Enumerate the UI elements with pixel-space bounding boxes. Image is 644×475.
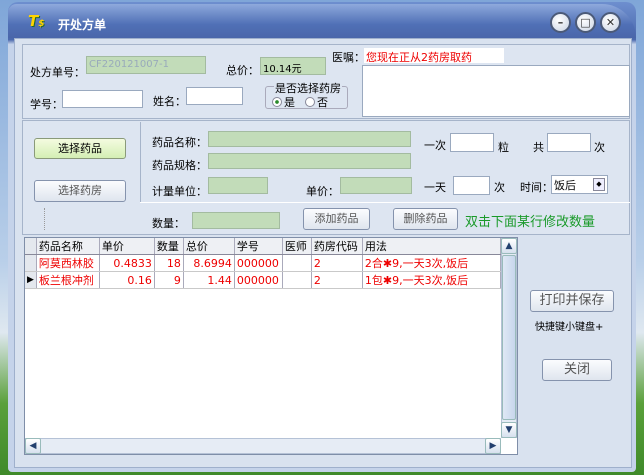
- cell-qty[interactable]: 9: [154, 271, 184, 289]
- cell-total[interactable]: 8.6994: [183, 254, 235, 272]
- advice-textarea[interactable]: [362, 65, 630, 117]
- close-button[interactable]: 关闭: [542, 359, 612, 381]
- student-id-label: 学号：: [30, 98, 63, 111]
- row-indicator: [25, 254, 37, 272]
- time-select[interactable]: 饭后 ◆: [551, 175, 608, 194]
- unit-label: 计量单位：: [152, 185, 207, 198]
- price-field[interactable]: [340, 177, 412, 194]
- rx-no-field[interactable]: CF220121007-1: [86, 56, 206, 74]
- delete-drug-button[interactable]: 删除药品: [393, 208, 458, 230]
- app-logo: T$: [28, 12, 45, 30]
- time-select-value: 饭后: [554, 179, 576, 192]
- cell-unit-price[interactable]: 0.16: [99, 271, 155, 289]
- cell-student-id[interactable]: 000000: [234, 254, 283, 272]
- advice-notice: 您现在正从2药房取药: [364, 48, 504, 64]
- radio-empty-icon: [305, 97, 315, 107]
- time-label: 时间：: [520, 181, 553, 194]
- radio-yes[interactable]: 是: [272, 94, 295, 110]
- cell-usage[interactable]: 2合✱9,一天3次,饭后: [362, 254, 502, 272]
- col-header[interactable]: 学号: [234, 238, 283, 255]
- once-label: 一次: [424, 139, 446, 152]
- per-day-input[interactable]: [453, 176, 490, 195]
- table-row[interactable]: ▶ 板兰根冲剂 0.16 9 1.44 000000 2 1包✱9,一天3次,饭…: [25, 271, 502, 289]
- cell-doctor[interactable]: [282, 254, 312, 272]
- pharmacy-radios: 是 否: [272, 94, 328, 110]
- unit-field[interactable]: [208, 177, 268, 194]
- scroll-down-icon[interactable]: ▼: [501, 422, 517, 438]
- col-header[interactable]: 药品名称: [36, 238, 100, 255]
- edit-hint: 双击下面某行修改数量: [465, 215, 596, 230]
- times-label: 次: [594, 141, 605, 154]
- grid-header: 药品名称 单价 数量 总价 学号 医师 药房代码 用法: [25, 238, 502, 255]
- cell-student-id[interactable]: 000000: [234, 271, 283, 289]
- price-label: 单价：: [306, 185, 339, 198]
- cell-qty[interactable]: 18: [154, 254, 184, 272]
- total-label: 总价：: [226, 64, 259, 77]
- current-row-arrow-icon: ▶: [25, 271, 37, 289]
- radio-yes-label: 是: [284, 96, 295, 109]
- radio-no[interactable]: 否: [305, 94, 328, 110]
- minimize-button[interactable]: –: [550, 12, 571, 33]
- row-indicator-header: [25, 238, 37, 255]
- scroll-left-icon[interactable]: ◀: [25, 438, 41, 454]
- radio-no-label: 否: [317, 96, 328, 109]
- horizontal-scrollbar[interactable]: [25, 438, 501, 454]
- window-title: 开处方单: [58, 18, 107, 32]
- cell-doctor[interactable]: [282, 271, 312, 289]
- cell-pharmacy-code[interactable]: 2: [311, 271, 363, 289]
- close-window-button[interactable]: ✕: [600, 12, 621, 33]
- total-count-input[interactable]: [547, 133, 591, 152]
- maximize-button[interactable]: □: [575, 12, 596, 33]
- rx-no-label: 处方单号：: [30, 66, 85, 79]
- col-header[interactable]: 总价: [183, 238, 235, 255]
- total-count-label: 共: [533, 141, 544, 154]
- drug-spec-field[interactable]: [208, 153, 411, 169]
- select-pharmacy-button[interactable]: 选择药房: [34, 180, 126, 202]
- spinner-icon: ◆: [593, 178, 605, 191]
- drug-name-label: 药品名称：: [152, 136, 207, 149]
- shortcut-hint: 快捷键小键盘+: [535, 322, 604, 333]
- col-header[interactable]: 医师: [282, 238, 312, 255]
- prescription-grid[interactable]: 药品名称 单价 数量 总价 学号 医师 药房代码 用法 阿莫西林胶 0.4833…: [24, 237, 518, 455]
- col-header[interactable]: 单价: [99, 238, 155, 255]
- add-drug-button[interactable]: 添加药品: [303, 208, 370, 230]
- divider: [140, 202, 630, 203]
- grid-table: 药品名称 单价 数量 总价 学号 医师 药房代码 用法 阿莫西林胶 0.4833…: [25, 238, 502, 289]
- qty-label: 数量：: [152, 217, 185, 230]
- splitter-handle[interactable]: [44, 208, 45, 230]
- scroll-up-icon[interactable]: ▲: [501, 238, 517, 254]
- grain-label: 粒: [498, 141, 509, 154]
- cell-usage[interactable]: 1包✱9,一天3次,饭后: [362, 271, 502, 289]
- cell-unit-price[interactable]: 0.4833: [99, 254, 155, 272]
- divider: [140, 122, 141, 202]
- total-value: 10.14元: [260, 57, 326, 75]
- print-save-button[interactable]: 打印并保存: [530, 290, 614, 312]
- drug-spec-label: 药品规格：: [152, 159, 207, 172]
- table-row[interactable]: 阿莫西林胶 0.4833 18 8.6994 000000 2 2合✱9,一天3…: [25, 254, 502, 272]
- cell-total[interactable]: 1.44: [183, 271, 235, 289]
- per-day-label: 一天: [424, 181, 446, 194]
- col-header[interactable]: 用法: [362, 238, 502, 255]
- advice-label: 医嘱：: [332, 51, 365, 64]
- name-input[interactable]: [186, 87, 243, 105]
- qty-field[interactable]: [192, 212, 280, 229]
- col-header[interactable]: 数量: [154, 238, 184, 255]
- cell-pharmacy-code[interactable]: 2: [311, 254, 363, 272]
- select-drug-button[interactable]: 选择药品: [34, 138, 126, 159]
- vertical-scroll-thumb[interactable]: [502, 255, 516, 420]
- radio-checked-icon: [272, 97, 282, 107]
- name-label: 姓名：: [153, 95, 186, 108]
- drug-name-field[interactable]: [208, 131, 411, 147]
- dose-input[interactable]: [450, 133, 494, 152]
- times-per-day-label: 次: [494, 181, 505, 194]
- cell-drug-name[interactable]: 板兰根冲剂: [36, 271, 100, 289]
- scroll-right-icon[interactable]: ▶: [485, 438, 501, 454]
- cell-drug-name[interactable]: 阿莫西林胶: [36, 254, 100, 272]
- student-id-input[interactable]: [62, 90, 143, 108]
- col-header[interactable]: 药房代码: [311, 238, 363, 255]
